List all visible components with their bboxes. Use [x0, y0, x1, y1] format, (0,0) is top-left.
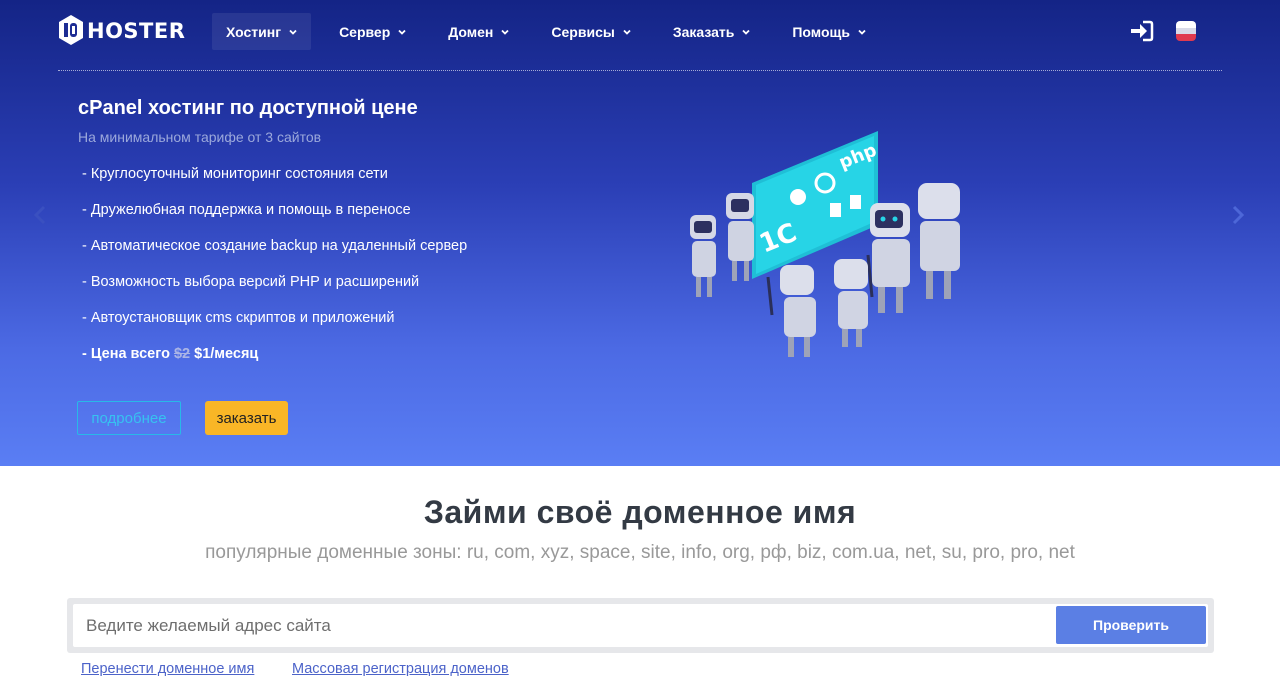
menu-item-label: Сервисы — [551, 23, 615, 40]
menu-item-services[interactable]: Сервисы — [537, 13, 644, 50]
feature-list: - Круглосуточный мониторинг состояния се… — [82, 164, 467, 380]
old-price: $2 — [173, 346, 191, 362]
menu-item-label: Помощь — [792, 23, 850, 40]
menu-item-label: Заказать — [672, 23, 735, 40]
feature-item: - Автоматическое создание backup на удал… — [82, 238, 468, 254]
chevron-down-icon — [289, 29, 297, 35]
chevron-down-icon — [858, 29, 866, 35]
menu-item-help[interactable]: Помощь — [778, 13, 880, 50]
feature-item: - Автоустановщик cms скриптов и приложен… — [82, 310, 395, 326]
hero-subtitle: На минимальном тарифе от 3 сайтов — [78, 129, 322, 145]
menu-item-domain[interactable]: Домен — [434, 13, 523, 50]
logo-text: HOSTER — [87, 19, 186, 43]
domain-search-input[interactable] — [73, 604, 1053, 647]
login-icon[interactable] — [1130, 20, 1154, 42]
menu-item-hosting[interactable]: Хостинг — [212, 13, 312, 50]
feature-item: - Дружелюбная поддержка и помощь в перен… — [82, 202, 411, 218]
slider-prev-arrow-icon[interactable] — [32, 205, 48, 225]
domain-zones-text: популярные доменные зоны: ru, com, xyz, … — [205, 542, 1075, 563]
order-button[interactable]: заказать — [205, 401, 288, 435]
chevron-down-icon — [742, 29, 750, 35]
divider — [58, 70, 1222, 71]
transfer-domain-link[interactable]: Перенести доменное имя — [81, 661, 254, 677]
bulk-registration-link[interactable]: Массовая регистрация доменов — [292, 661, 509, 677]
russian-flag-icon[interactable] — [1176, 21, 1196, 41]
nav-utilities — [1130, 20, 1196, 42]
menu-item-label: Хостинг — [226, 23, 282, 40]
domain-search-box: Проверить — [67, 598, 1214, 653]
hero-title: cPanel хостинг по доступной цене — [78, 97, 418, 119]
menu-item-server[interactable]: Сервер — [325, 13, 420, 50]
slider-next-arrow-icon[interactable] — [1230, 205, 1246, 225]
logo-icon — [59, 15, 83, 45]
robots-illustration: php 1C — [690, 131, 960, 357]
menu-item-order[interactable]: Заказать — [659, 13, 765, 50]
main-menu: Хостинг Сервер Домен Сервисы Заказать По… — [212, 13, 894, 50]
feature-item: - Круглосуточный мониторинг состояния се… — [82, 166, 388, 182]
domain-search-inner: Проверить — [73, 604, 1208, 647]
top-navigation: HOSTER Хостинг Сервер Домен Сервисы Зака… — [0, 0, 1280, 62]
menu-item-label: Домен — [448, 23, 494, 40]
feature-item: - Возможность выбора версий PHP и расшир… — [82, 274, 420, 290]
chevron-down-icon — [623, 29, 631, 35]
price-item: - Цена всего $2 $1/месяц — [82, 344, 467, 380]
domain-section-title: Займи своё доменное имя — [423, 494, 857, 530]
more-button[interactable]: подробнее — [77, 401, 181, 435]
hero-banner: HOSTER Хостинг Сервер Домен Сервисы Зака… — [0, 0, 1280, 466]
chevron-down-icon — [398, 29, 406, 35]
check-domain-button[interactable]: Проверить — [1056, 606, 1206, 644]
menu-item-label: Сервер — [339, 23, 391, 40]
logo[interactable]: HOSTER — [58, 14, 185, 48]
new-price: $1/месяц — [194, 346, 259, 362]
price-prefix: - Цена всего — [82, 346, 174, 362]
chevron-down-icon — [501, 29, 510, 35]
